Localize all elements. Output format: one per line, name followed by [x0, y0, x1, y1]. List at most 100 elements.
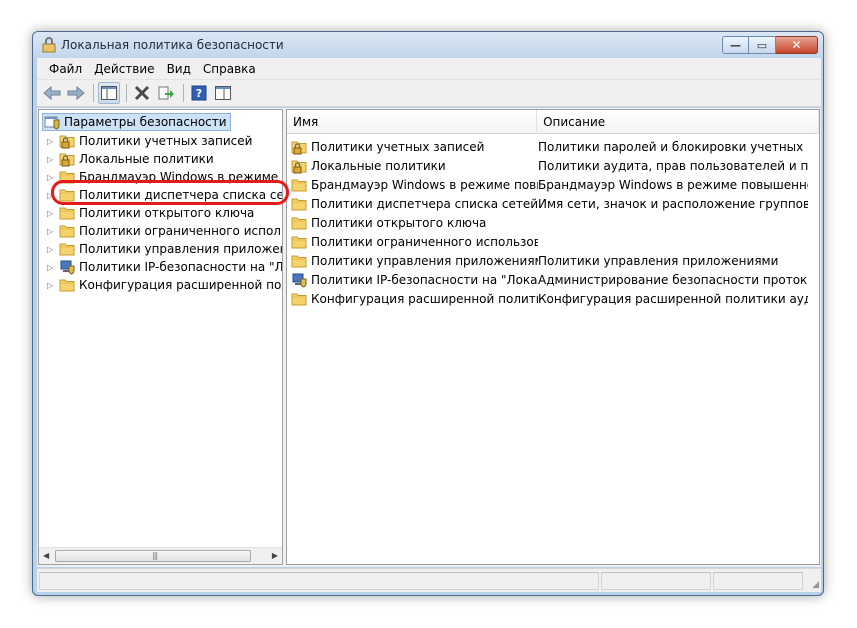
- menu-view[interactable]: Вид: [161, 60, 197, 78]
- scroll-right-icon[interactable]: ▶: [272, 551, 278, 560]
- name-cell: Политики открытого ключа: [291, 215, 538, 231]
- menu-bar: Файл Действие Вид Справка: [37, 58, 821, 80]
- security-policy-icon: [41, 37, 57, 53]
- tree-pane[interactable]: Параметры безопасности ▷ Политики учетных…: [38, 109, 283, 565]
- show-hide-tree-button[interactable]: [98, 82, 120, 104]
- expand-arrow-icon[interactable]: ▷: [47, 263, 57, 272]
- expand-arrow-icon[interactable]: ▷: [47, 209, 57, 218]
- tree-root-security-settings[interactable]: Параметры безопасности: [42, 113, 231, 131]
- row-name: Политики диспетчера списка сетей: [311, 196, 538, 211]
- tree-item[interactable]: ▷ Локальные политики: [47, 150, 214, 168]
- row-description: Конфигурация расширенной политики аудита: [538, 291, 808, 306]
- list-row[interactable]: Конфигурация расширенной политик... Конфи…: [291, 289, 808, 308]
- tree-item-label: Политики IP-безопасности на "Лока: [79, 260, 283, 274]
- help-button[interactable]: ?: [188, 82, 210, 104]
- name-cell: Политики диспетчера списка сетей: [291, 196, 538, 212]
- name-cell: Политики ограниченного использован...: [291, 234, 538, 250]
- expand-arrow-icon[interactable]: ▷: [47, 191, 57, 200]
- back-icon: [43, 86, 61, 100]
- tree-item-label: Брандмауэр Windows в режиме пов: [79, 170, 283, 184]
- tree-root-label: Параметры безопасности: [64, 115, 227, 129]
- export-button[interactable]: [155, 82, 177, 104]
- row-name: Брандмауэр Windows в режиме повы...: [311, 177, 538, 192]
- list-row[interactable]: Локальные политики Политики аудита, прав …: [291, 156, 808, 175]
- row-name: Политики IP-безопасности на "Локаль...: [311, 272, 538, 287]
- show-hide-tree-icon: [101, 86, 117, 100]
- tree-item[interactable]: ▷ Политики управления приложения: [47, 240, 282, 258]
- close-button[interactable]: ✕: [776, 36, 818, 54]
- tree-item[interactable]: ▷ Брандмауэр Windows в режиме пов: [47, 168, 283, 186]
- scroll-thumb[interactable]: |||: [55, 550, 251, 562]
- expand-arrow-icon[interactable]: ▷: [47, 227, 57, 236]
- lock-folder-icon: [291, 141, 307, 154]
- folder-icon: [291, 255, 307, 267]
- forward-icon: [67, 86, 85, 100]
- menu-action[interactable]: Действие: [88, 60, 160, 78]
- tree-item[interactable]: ▷ Политики диспетчера списка сетей: [47, 186, 282, 204]
- help-icon: ?: [191, 85, 207, 101]
- tree-item[interactable]: ▷ Политики ограниченного использо: [47, 222, 282, 240]
- tree-item[interactable]: ▷ Конфигурация расширенной полит: [47, 276, 282, 294]
- toolbar: ?: [37, 80, 821, 107]
- list-row[interactable]: Политики открытого ключа: [291, 213, 808, 232]
- tree-item[interactable]: ▷ Политики IP-безопасности на "Лока: [47, 258, 283, 276]
- window-title: Локальная политика безопасности: [61, 38, 284, 52]
- list-row[interactable]: Политики IP-безопасности на "Локаль...Ад…: [291, 270, 808, 289]
- row-description: Политики управления приложениями: [538, 253, 779, 268]
- forward-button[interactable]: [65, 82, 87, 104]
- toolbar-separator: [183, 84, 184, 102]
- minimize-button[interactable]: —: [722, 36, 749, 54]
- list-row[interactable]: Политики управления приложениями Политики…: [291, 251, 808, 270]
- folder-icon: [291, 293, 307, 305]
- size-grip-icon[interactable]: ◢: [812, 580, 819, 590]
- list-row[interactable]: Брандмауэр Windows в режиме повы... Бранд…: [291, 175, 808, 194]
- list-row[interactable]: Политики учетных записей Политики паролей…: [291, 137, 808, 156]
- menu-help[interactable]: Справка: [197, 60, 262, 78]
- back-button[interactable]: [41, 82, 63, 104]
- minimize-icon: —: [730, 38, 741, 52]
- status-bar: ◢: [37, 568, 821, 592]
- expand-arrow-icon[interactable]: ▷: [47, 173, 57, 182]
- expand-arrow-icon[interactable]: ▷: [47, 137, 57, 146]
- row-name: Политики управления приложениями: [311, 253, 538, 268]
- ipsec-icon: [292, 273, 307, 288]
- expand-arrow-icon[interactable]: ▷: [47, 281, 57, 290]
- list-row[interactable]: Политики диспетчера списка сетей Имя сети…: [291, 194, 808, 213]
- list-row[interactable]: Политики ограниченного использован...: [291, 232, 808, 251]
- row-description: Имя сети, значок и расположение групповы…: [538, 196, 808, 211]
- expand-arrow-icon[interactable]: ▷: [47, 155, 57, 164]
- app-window: Локальная политика безопасности — ▭ ✕ Фа…: [32, 31, 824, 596]
- name-cell: Конфигурация расширенной политик...: [291, 291, 538, 307]
- close-icon: ✕: [791, 38, 802, 52]
- maximize-button[interactable]: ▭: [749, 36, 776, 54]
- menu-file[interactable]: Файл: [43, 60, 88, 78]
- grip-icon: |||: [152, 551, 158, 560]
- tree-item-label: Политики учетных записей: [79, 134, 253, 148]
- tree-item-label: Локальные политики: [79, 152, 214, 166]
- delete-button[interactable]: [131, 82, 153, 104]
- properties-button[interactable]: [212, 82, 234, 104]
- name-cell: Политики управления приложениями: [291, 253, 538, 269]
- tree-horizontal-scrollbar[interactable]: ◀ ||| ▶: [39, 547, 282, 564]
- tree-item-label: Политики открытого ключа: [79, 206, 255, 220]
- tree-item[interactable]: ▷ Политики открытого ключа: [47, 204, 254, 222]
- column-header-name[interactable]: Имя: [287, 110, 538, 134]
- name-cell: Политики учетных записей: [291, 139, 538, 155]
- details-pane[interactable]: Имя Описание Политики учетных записей Пол…: [286, 109, 820, 565]
- row-description: Политики аудита, прав пользователей и па…: [538, 158, 808, 173]
- folder-icon: [59, 171, 75, 184]
- row-name: Конфигурация расширенной политик...: [311, 291, 538, 306]
- maximize-icon: ▭: [756, 38, 768, 52]
- expand-arrow-icon[interactable]: ▷: [47, 245, 57, 254]
- tree-item[interactable]: ▷ Политики учетных записей: [47, 132, 252, 150]
- row-name: Политики учетных записей: [311, 139, 485, 154]
- row-name: Политики ограниченного использован...: [311, 234, 538, 249]
- toolbar-separator: [126, 84, 127, 102]
- lock-folder-icon: [59, 135, 75, 149]
- row-description: Брандмауэр Windows в режиме повышенно...: [538, 177, 808, 192]
- ipsec-icon: [60, 260, 75, 275]
- title-bar[interactable]: Локальная политика безопасности — ▭ ✕: [33, 32, 823, 58]
- column-header-description[interactable]: Описание: [537, 110, 819, 134]
- scroll-left-icon[interactable]: ◀: [43, 551, 49, 560]
- row-description: Политики паролей и блокировки учетных за…: [538, 139, 808, 154]
